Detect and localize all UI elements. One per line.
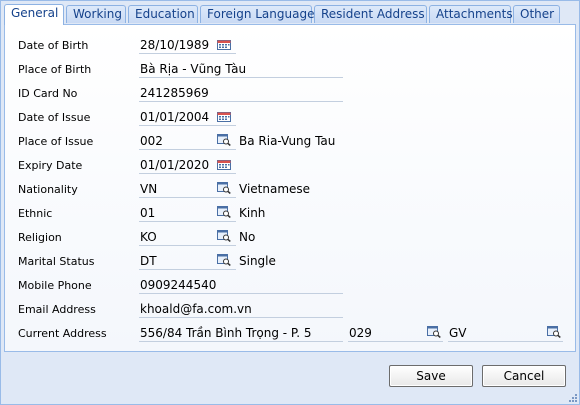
tab-working[interactable]: Working [66,5,126,23]
row-religion: Religion KO No [5,227,575,247]
calendar-icon[interactable] [217,112,231,122]
row-marital-status: Marital Status DT Single [5,251,575,271]
date-of-birth-label: Date of Birth [18,39,89,52]
current-address-code2-field[interactable]: GV [448,323,563,342]
religion-label: Religion [18,231,62,244]
current-address-label: Current Address [18,327,107,340]
ethnic-label: Ethnic [18,207,53,220]
place-of-issue-description: Ba Ria-Vung Tau [239,134,336,148]
email-address-field[interactable]: khoald@fa.com.vn [139,299,343,318]
row-current-address: Current Address 556/84 Trần Bình Trọng -… [5,323,575,343]
cancel-button[interactable]: Cancel [482,365,566,387]
row-email-address: Email Address khoald@fa.com.vn [5,299,575,319]
row-mobile-phone: Mobile Phone 0909244540 [5,275,575,295]
tab-education[interactable]: Education [128,5,198,23]
lookup-icon[interactable] [217,254,231,266]
religion-description: No [239,230,256,244]
marital-status-description: Single [239,254,276,268]
lookup-icon[interactable] [547,326,561,338]
lookup-icon[interactable] [217,134,231,146]
save-button[interactable]: Save [389,365,473,387]
lookup-icon[interactable] [217,206,231,218]
row-date-of-birth: Date of Birth 28/10/1989 [5,35,575,55]
dialog-window: General Working Education Foreign Langua… [0,0,580,405]
tab-other[interactable]: Other [513,5,560,23]
resize-grip-icon[interactable] [567,392,577,402]
nationality-label: Nationality [18,183,78,196]
marital-status-label: Marital Status [18,255,95,268]
row-place-of-birth: Place of Birth Bà Rịa - Vũng Tàu [5,59,575,79]
tab-foreign-language[interactable]: Foreign Language [200,5,314,23]
current-address-field[interactable]: 556/84 Trần Bình Trọng - P. 5 [139,323,343,342]
tab-attachments[interactable]: Attachments [429,5,513,23]
ethnic-description: Kinh [239,206,266,220]
lookup-icon[interactable] [217,182,231,194]
row-date-of-issue: Date of Issue 01/01/2004 [5,107,575,127]
mobile-phone-field[interactable]: 0909244540 [139,275,343,294]
calendar-icon[interactable] [217,40,231,50]
place-of-birth-field[interactable]: Bà Rịa - Vũng Tàu [139,59,343,78]
email-address-label: Email Address [18,303,96,316]
id-card-no-label: ID Card No [18,87,78,100]
calendar-icon[interactable] [217,160,231,170]
tab-general[interactable]: General [4,4,64,25]
general-panel: Date of Birth 28/10/1989 Place of Birth … [4,24,576,352]
id-card-no-field[interactable]: 241285969 [139,83,343,102]
tab-resident-address[interactable]: Resident Address [314,5,427,23]
expiry-date-label: Expiry Date [18,159,83,172]
row-expiry-date: Expiry Date 01/01/2020 [5,155,575,175]
row-place-of-issue: Place of Issue 002 Ba Ria-Vung Tau [5,131,575,151]
lookup-icon[interactable] [427,326,441,338]
mobile-phone-label: Mobile Phone [18,279,92,292]
date-of-issue-label: Date of Issue [18,111,91,124]
place-of-issue-label: Place of Issue [18,135,94,148]
row-id-card-no: ID Card No 241285969 [5,83,575,103]
row-ethnic: Ethnic 01 Kinh [5,203,575,223]
place-of-birth-label: Place of Birth [18,63,92,76]
nationality-description: Vietnamese [239,182,311,196]
tab-strip: General Working Education Foreign Langua… [4,4,576,25]
row-nationality: Nationality VN Vietnamese [5,179,575,199]
lookup-icon[interactable] [217,230,231,242]
